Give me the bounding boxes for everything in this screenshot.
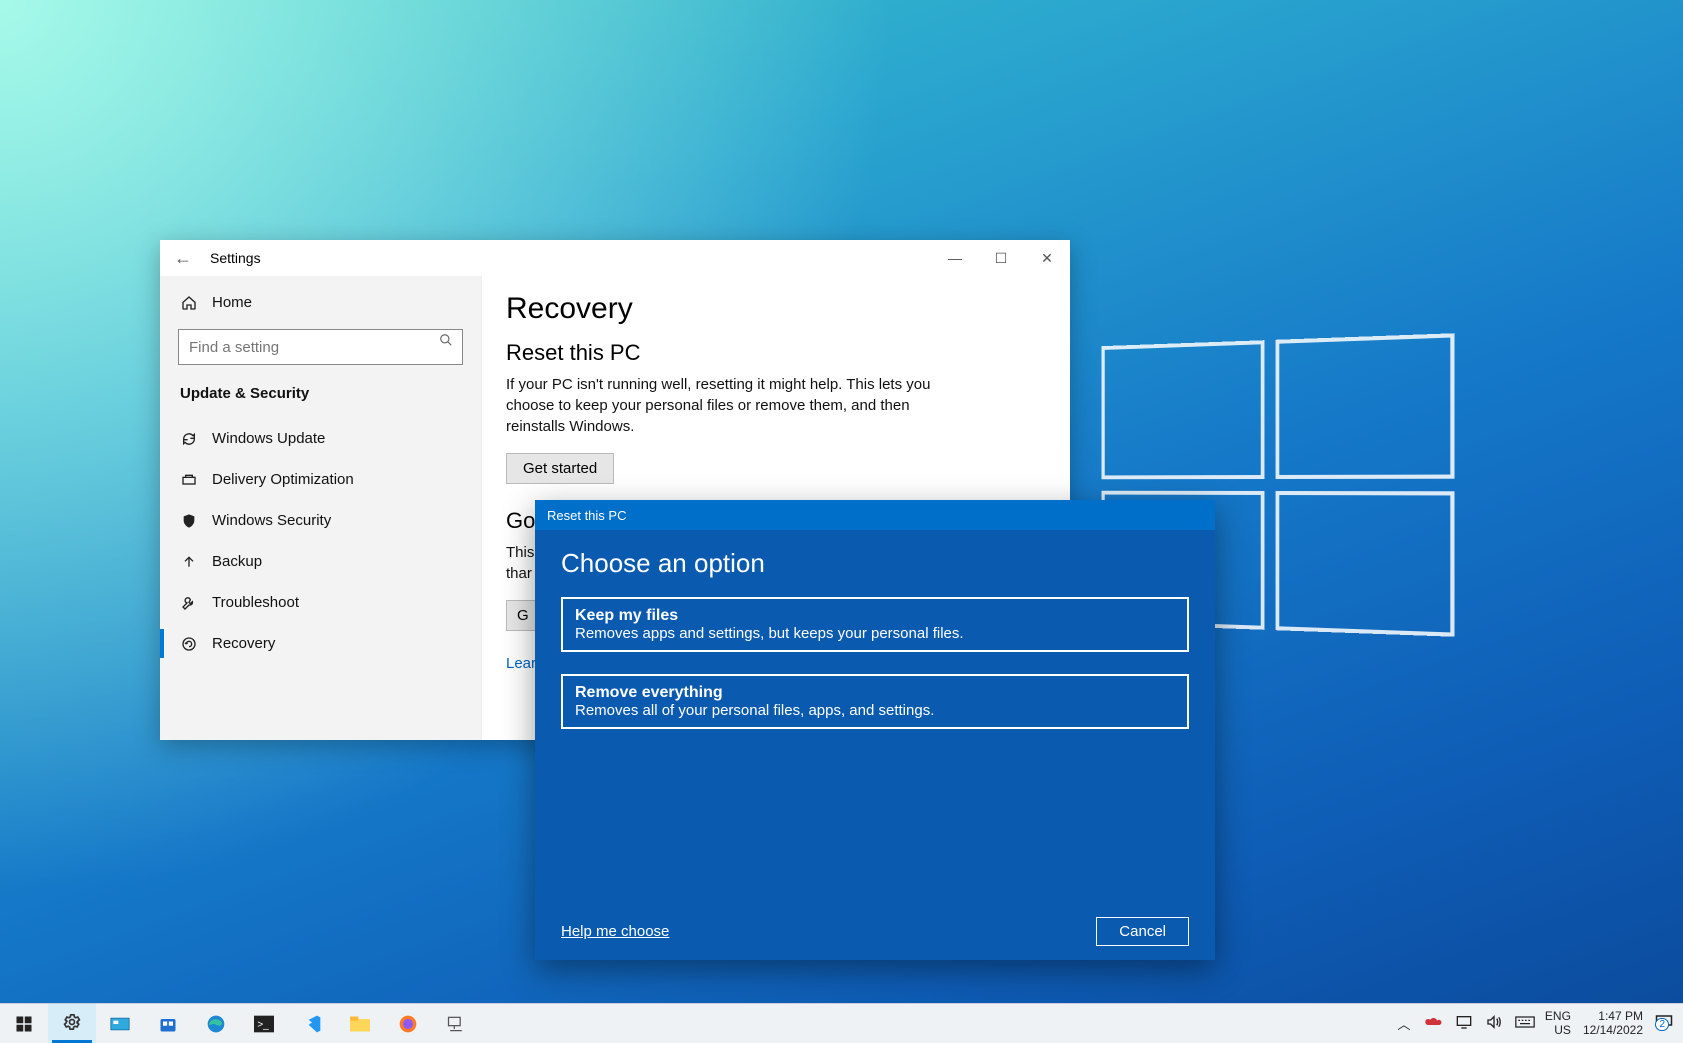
sidebar-item-backup[interactable]: Backup	[160, 541, 481, 582]
taskbar-app-terminal[interactable]: >_	[240, 1004, 288, 1043]
tray-notifications-icon[interactable]: 2	[1655, 1014, 1673, 1033]
sync-icon	[180, 431, 198, 447]
option-remove-everything[interactable]: Remove everything Removes all of your pe…	[561, 674, 1189, 729]
tray-onedrive-icon[interactable]	[1425, 1016, 1443, 1031]
option-title: Remove everything	[575, 684, 1175, 702]
settings-sidebar: Home Update & Security Windows Update	[160, 276, 482, 740]
tray-language[interactable]: ENG US	[1545, 1010, 1571, 1036]
tray-chevron-icon[interactable]: ︿	[1395, 1014, 1413, 1033]
sidebar-item-label: Recovery	[212, 635, 275, 652]
taskbar-app-firefox[interactable]	[384, 1004, 432, 1043]
sidebar-item-delivery-optimization[interactable]: Delivery Optimization	[160, 459, 481, 500]
dialog-heading: Choose an option	[561, 548, 1189, 579]
sidebar-item-label: Windows Security	[212, 512, 331, 529]
taskbar: >_ ︿ ENG	[0, 1003, 1683, 1043]
start-button[interactable]	[0, 1004, 48, 1043]
home-icon	[180, 295, 198, 311]
learn-link-partial[interactable]: Lear	[506, 655, 536, 672]
taskbar-app-store[interactable]	[144, 1004, 192, 1043]
desktop-background: ← Settings — ☐ ✕ Home	[0, 0, 1683, 1043]
option-subtitle: Removes apps and settings, but keeps you…	[575, 625, 1175, 642]
section-heading: Reset this PC	[506, 340, 1046, 366]
sidebar-item-windows-update[interactable]: Windows Update	[160, 418, 481, 459]
sidebar-item-label: Windows Update	[212, 430, 325, 447]
window-title: Settings	[210, 250, 261, 266]
sidebar-item-label: Delivery Optimization	[212, 471, 354, 488]
taskbar-app-vscode[interactable]	[288, 1004, 336, 1043]
help-me-choose-link[interactable]: Help me choose	[561, 923, 669, 940]
delivery-icon	[180, 472, 198, 488]
page-heading: Recovery	[506, 292, 1046, 326]
maximize-button[interactable]: ☐	[978, 240, 1024, 276]
taskbar-app-explorer[interactable]	[336, 1004, 384, 1043]
option-keep-my-files[interactable]: Keep my files Removes apps and settings,…	[561, 597, 1189, 652]
cancel-button[interactable]: Cancel	[1096, 917, 1189, 946]
minimize-button[interactable]: —	[932, 240, 978, 276]
reset-pc-dialog: Reset this PC Choose an option Keep my f…	[535, 500, 1215, 960]
tray-display-icon[interactable]	[1455, 1015, 1473, 1032]
close-button[interactable]: ✕	[1024, 240, 1070, 276]
sidebar-item-label: Backup	[212, 553, 262, 570]
sidebar-item-troubleshoot[interactable]: Troubleshoot	[160, 582, 481, 623]
get-started-button[interactable]: Get started	[506, 453, 614, 484]
recovery-icon	[180, 636, 198, 652]
taskbar-app-generic[interactable]	[432, 1004, 480, 1043]
tray-volume-icon[interactable]	[1485, 1015, 1503, 1032]
backup-icon	[180, 554, 198, 570]
sidebar-item-recovery[interactable]: Recovery	[160, 623, 481, 664]
taskbar-app-settings[interactable]	[48, 1004, 96, 1043]
option-title: Keep my files	[575, 607, 1175, 625]
dialog-title: Reset this PC	[535, 500, 1215, 530]
sidebar-group-header: Update & Security	[160, 371, 481, 418]
sidebar-search[interactable]	[178, 329, 463, 365]
back-button[interactable]: ←	[174, 249, 192, 267]
option-subtitle: Removes all of your personal files, apps…	[575, 702, 1175, 719]
notification-badge: 2	[1655, 1018, 1669, 1031]
tray-clock[interactable]: 1:47 PM 12/14/2022	[1583, 1010, 1643, 1036]
svg-text:>_: >_	[257, 1019, 269, 1030]
section-description: If your PC isn't running well, resetting…	[506, 374, 966, 437]
gear-icon	[62, 1012, 82, 1035]
wrench-icon	[180, 595, 198, 611]
sidebar-item-windows-security[interactable]: Windows Security	[160, 500, 481, 541]
taskbar-app-taskview[interactable]	[96, 1004, 144, 1043]
sidebar-item-label: Troubleshoot	[212, 594, 299, 611]
sidebar-home-label: Home	[212, 294, 252, 311]
search-icon	[439, 333, 453, 352]
taskbar-app-edge[interactable]	[192, 1004, 240, 1043]
shield-icon	[180, 513, 198, 529]
sidebar-home[interactable]: Home	[160, 282, 481, 323]
tray-keyboard-icon[interactable]	[1515, 1016, 1533, 1031]
